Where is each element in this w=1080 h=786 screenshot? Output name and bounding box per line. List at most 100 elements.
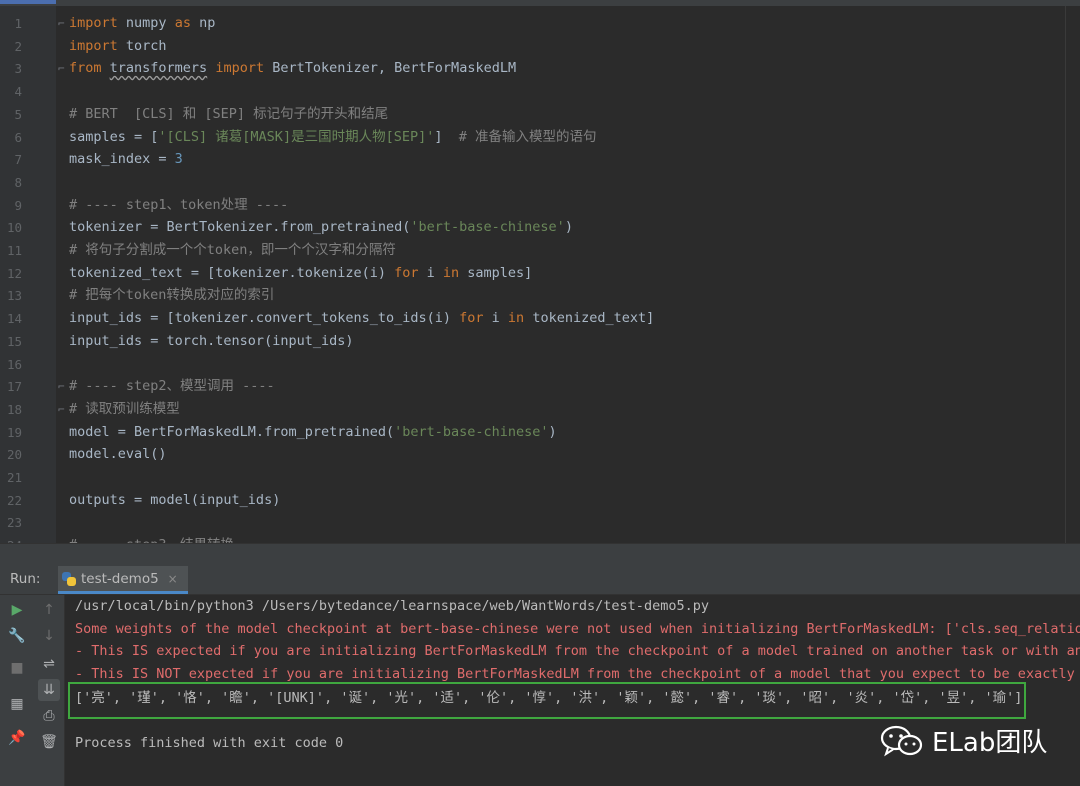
code-text: # BERT [CLS] 和 [SEP] 标记句子的开头和结尾 bbox=[69, 103, 388, 126]
layout-icon[interactable]: ▦ bbox=[6, 693, 28, 715]
code-line[interactable]: 7 mask_index = 3 bbox=[0, 148, 1080, 171]
code-text: from transformers import BertTokenizer, … bbox=[69, 57, 516, 80]
code-line[interactable]: 17 ⌐ # ---- step2、模型调用 ---- bbox=[0, 375, 1080, 398]
code-token: import bbox=[69, 15, 118, 31]
code-editor[interactable]: 1 ⌐ import numpy as np 2 import torch 3 ⌐ from … bbox=[0, 0, 1080, 543]
code-line[interactable]: 12 tokenized_text = [tokenizer.tokenize(i… bbox=[0, 262, 1080, 285]
run-tab-test-demo5[interactable]: test-demo5 × bbox=[58, 566, 188, 594]
code-line[interactable]: 23 bbox=[0, 511, 1080, 534]
code-text: # ---- step3、结果转换 ---- bbox=[69, 534, 275, 543]
fold-marker-icon[interactable]: ⌐ bbox=[58, 534, 65, 543]
code-token: outputs = model(input_ids) bbox=[69, 491, 281, 508]
code-token: np bbox=[190, 15, 216, 31]
code-token: # BERT [CLS] 和 [SEP] 标记句子的开头和结尾 bbox=[69, 105, 389, 122]
code-line[interactable]: 10 tokenizer = BertTokenizer.from_pretrai… bbox=[0, 216, 1080, 239]
code-line[interactable]: 19 model = BertForMaskedLM.from_pretraine… bbox=[0, 421, 1080, 444]
code-line[interactable]: 9 # ---- step1、token处理 ---- bbox=[0, 194, 1080, 217]
settings-icon[interactable]: 🔧 bbox=[6, 625, 28, 647]
code-token: # 读取预训练模型 bbox=[69, 400, 180, 417]
code-line[interactable]: 8 bbox=[0, 171, 1080, 194]
code-token: torch bbox=[117, 37, 167, 54]
code-token: i bbox=[483, 310, 508, 327]
code-token: '[CLS] 诸葛[MASK]是三国时期人物[SEP]' bbox=[158, 128, 435, 145]
line-number: 15 bbox=[6, 333, 22, 349]
code-token: 3 bbox=[174, 151, 183, 168]
code-line[interactable]: 5 # BERT [CLS] 和 [SEP] 标记句子的开头和结尾 bbox=[0, 103, 1080, 126]
code-token: tokenized_text] bbox=[524, 310, 655, 327]
line-number: 18 bbox=[6, 401, 22, 417]
fold-marker-icon[interactable]: ⌐ bbox=[58, 12, 65, 35]
run-tool-window-header: Run: test-demo5 × bbox=[0, 566, 1080, 595]
print-icon[interactable]: ⎙ bbox=[38, 705, 60, 727]
code-line[interactable]: 13 # 把每个token转换成对应的索引 bbox=[0, 284, 1080, 307]
code-line[interactable]: 22 outputs = model(input_ids) bbox=[0, 489, 1080, 512]
code-token: input_ids = [tokenizer.convert_tokens_to… bbox=[69, 310, 460, 327]
pin-icon[interactable]: 📌 bbox=[6, 727, 28, 749]
run-tab-label: test-demo5 bbox=[81, 570, 159, 587]
line-number: 14 bbox=[6, 311, 22, 327]
line-number: 19 bbox=[6, 424, 22, 440]
code-token: model = BertForMaskedLM.from_pretrained( bbox=[69, 423, 395, 440]
console-line-result: ['亮', '瑾', '恪', '瞻', '[UNK]', '诞', '光', … bbox=[75, 690, 1023, 706]
code-line[interactable]: 1 ⌐ import numpy as np bbox=[0, 12, 1080, 35]
code-token: # ---- step1、token处理 ---- bbox=[69, 196, 289, 213]
code-text: # 将句子分割成一个个token，即一个个汉字和分隔符 bbox=[69, 239, 396, 262]
code-line[interactable]: 3 ⌐ from transformers import BertTokenizer… bbox=[0, 57, 1080, 80]
code-token: i bbox=[418, 264, 443, 281]
line-number: 23 bbox=[6, 515, 22, 531]
code-token: # 准备输入模型的语句 bbox=[458, 128, 597, 145]
line-number: 5 bbox=[14, 106, 22, 122]
code-line[interactable]: 24 ⌐ # ---- step3、结果转换 ---- bbox=[0, 534, 1080, 543]
code-line[interactable]: 16 bbox=[0, 353, 1080, 376]
code-text: samples = ['[CLS] 诸葛[MASK]是三国时期人物[SEP]']… bbox=[69, 126, 597, 149]
line-number: 11 bbox=[6, 243, 22, 258]
code-token: for bbox=[394, 264, 419, 281]
code-token: in bbox=[442, 264, 460, 281]
stop-icon[interactable]: ■ bbox=[6, 657, 28, 679]
trash-icon[interactable]: 🗑 bbox=[38, 731, 60, 753]
arrow-up-icon[interactable]: ↑ bbox=[38, 599, 60, 621]
line-number: 10 bbox=[6, 220, 22, 236]
scroll-to-end-icon[interactable]: ⇊ bbox=[38, 679, 60, 701]
code-token: from bbox=[69, 60, 102, 77]
code-token: mask_index = bbox=[69, 151, 175, 168]
fold-marker-icon[interactable]: ⌐ bbox=[58, 398, 65, 421]
wechat-icon bbox=[880, 725, 923, 756]
fold-marker-icon[interactable]: ⌐ bbox=[58, 57, 65, 80]
code-token: # 将句子分割成一个个token，即一个个汉字和分隔符 bbox=[69, 242, 396, 258]
code-line[interactable]: 18 ⌐ # 读取预训练模型 bbox=[0, 398, 1080, 421]
close-icon[interactable]: × bbox=[168, 572, 178, 586]
code-text: model = BertForMaskedLM.from_pretrained(… bbox=[69, 421, 557, 444]
line-number: 16 bbox=[6, 356, 22, 372]
fold-marker-icon[interactable]: ⌐ bbox=[58, 375, 65, 398]
run-label: Run: bbox=[10, 571, 41, 587]
code-line[interactable]: 21 bbox=[0, 466, 1080, 489]
console-line-exit: Process finished with exit code 0 bbox=[75, 735, 344, 751]
code-line[interactable]: 14 input_ids = [tokenizer.convert_tokens_… bbox=[0, 307, 1080, 330]
code-text: import numpy as np bbox=[69, 12, 215, 35]
code-line[interactable]: 15 input_ids = torch.tensor(input_ids) bbox=[0, 330, 1080, 353]
python-icon bbox=[62, 571, 76, 586]
editor-scrollbar[interactable] bbox=[1065, 6, 1080, 543]
run-toolbar-primary: ▶ 🔧 ■ ▦ 📌 bbox=[0, 595, 35, 786]
code-token: tokenizer = BertTokenizer.from_pretraine… bbox=[69, 219, 411, 236]
code-line[interactable]: 4 bbox=[0, 80, 1080, 103]
code-token: import bbox=[69, 37, 118, 54]
line-number: 9 bbox=[14, 197, 22, 213]
code-text: outputs = model(input_ids) bbox=[69, 489, 280, 512]
rerun-icon[interactable]: ▶ bbox=[6, 599, 28, 621]
code-token: ) bbox=[548, 423, 557, 440]
line-number: 12 bbox=[6, 265, 22, 281]
panel-divider[interactable] bbox=[0, 543, 1080, 566]
arrow-down-icon[interactable]: ↓ bbox=[38, 625, 60, 647]
code-text: # 读取预训练模型 bbox=[69, 398, 180, 421]
code-line[interactable]: 20 model.eval() bbox=[0, 443, 1080, 466]
code-token: import bbox=[215, 60, 265, 77]
soft-wrap-icon[interactable]: ⇌ bbox=[38, 653, 60, 675]
code-token: in bbox=[507, 310, 525, 327]
code-line[interactable]: 11 # 将句子分割成一个个token，即一个个汉字和分隔符 bbox=[0, 239, 1080, 262]
code-line[interactable]: 2 import torch bbox=[0, 35, 1080, 58]
code-line[interactable]: 6 samples = ['[CLS] 诸葛[MASK]是三国时期人物[SEP]'… bbox=[0, 126, 1080, 149]
line-number: 22 bbox=[6, 492, 22, 508]
